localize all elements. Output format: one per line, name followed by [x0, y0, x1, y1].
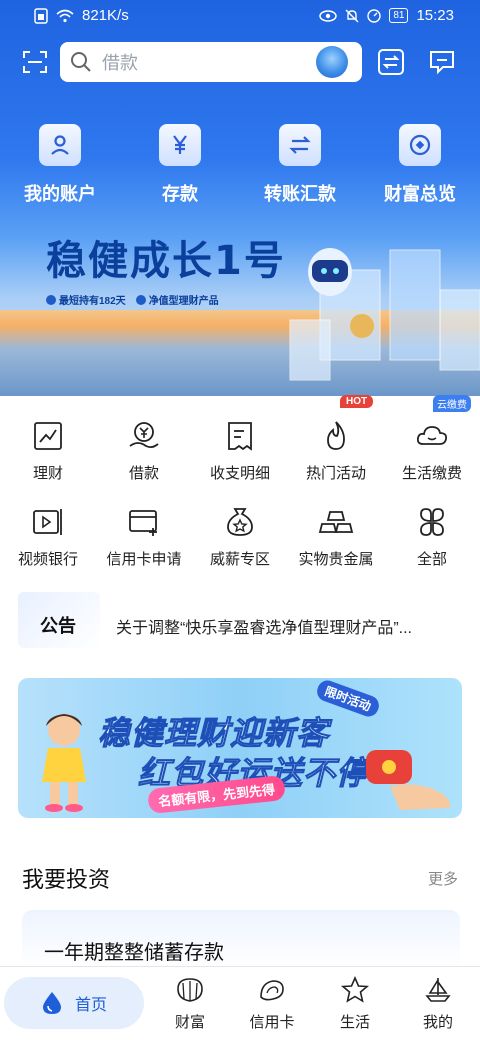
menu-item-loan[interactable]: 借款: [96, 418, 192, 483]
girl-illustration: [42, 714, 86, 812]
sailboat-icon: [425, 978, 451, 1002]
wealth-icon: [399, 124, 441, 166]
menu-item-bill-payment[interactable]: 生活缴费: [384, 418, 480, 483]
announcement-bar[interactable]: 公告 关于调整“快乐享盈睿选净值型理财产品”...: [18, 590, 462, 652]
section-title-invest: 我要投资: [22, 867, 111, 892]
banner-title[interactable]: 稳健成长1号: [46, 228, 286, 286]
product-name: 一年期整整储蓄存款: [44, 942, 224, 964]
water-drop-icon: [42, 992, 61, 1014]
banner-decor-illustration: [289, 248, 480, 381]
quick-wealth-overview[interactable]: 财富总览: [360, 124, 480, 206]
menu-item-salary-zone[interactable]: 威薪专区: [192, 504, 288, 569]
menu-item-precious-metals[interactable]: 实物贵金属: [288, 504, 384, 569]
assistant-avatar-icon[interactable]: [316, 46, 348, 78]
menu-item-wealth[interactable]: 理财: [0, 418, 96, 483]
search-row: 借款: [0, 42, 480, 82]
video-icon: [33, 509, 62, 535]
chart-icon: [34, 422, 62, 450]
menu-label: 视频银行: [17, 551, 78, 568]
menu-label: 生活缴费: [401, 465, 462, 482]
starfish-icon: [340, 976, 370, 1003]
announcement-text: 关于调整“快乐享盈睿选净值型理财产品”...: [116, 620, 412, 637]
nav-label: 信用卡: [249, 1014, 295, 1031]
cloud-pay-badge: 云缴费: [433, 395, 471, 412]
wifi-icon: [56, 9, 74, 22]
nav-wealth[interactable]: 财富: [160, 975, 220, 1032]
nav-mine[interactable]: 我的: [408, 975, 468, 1032]
message-icon[interactable]: [428, 48, 456, 76]
menu-label: 收支明细: [209, 465, 270, 482]
bottom-nav: 首页 财富 信用卡 生活 我的: [0, 966, 480, 1040]
nav-home[interactable]: 首页: [4, 977, 144, 1029]
quick-transfer[interactable]: 转账汇款: [240, 124, 360, 206]
shell-icon: [177, 978, 203, 1002]
clock-icon: [46, 294, 56, 305]
nav-credit-card[interactable]: 信用卡: [242, 975, 302, 1032]
red-envelope-illustration: [366, 750, 451, 810]
promo-banner[interactable]: 限时活动 稳健理财迎新客 红包好运送不停 名额有限，先到先得: [18, 678, 462, 818]
menu-item-hot-activities[interactable]: 热门活动: [288, 418, 384, 483]
more-link[interactable]: 更多: [428, 868, 458, 889]
ledger-icon: [228, 422, 252, 451]
nav-life[interactable]: 生活: [325, 975, 385, 1032]
scan-icon[interactable]: [22, 50, 48, 74]
status-bar: 821K/s 81 15:23: [0, 0, 480, 34]
credit-card-add-icon: [129, 510, 157, 536]
cloud-icon: [416, 426, 448, 445]
menu-grid: HOT 云缴费 理财 借款 收支明细 热门活动 生活缴费 视频银行 信用卡申请 …: [0, 395, 480, 582]
search-placeholder: 借款: [102, 53, 138, 73]
search-icon: [71, 52, 91, 72]
gold-bars-icon: [318, 511, 354, 533]
mute-bell-icon: [345, 9, 359, 22]
money-bag-icon: [227, 508, 253, 536]
quick-deposit[interactable]: 存款: [120, 124, 240, 206]
product-card[interactable]: 一年期整整储蓄存款: [22, 910, 460, 970]
menu-label: 威薪专区: [209, 551, 270, 568]
announcement-label: 公告: [40, 616, 76, 636]
menu-row-2: 视频银行 信用卡申请 威薪专区 实物贵金属 全部: [0, 504, 480, 569]
hero-header: 821K/s 81 15:23 借款 我的账户 存款 转账汇款 财富总览 稳健成…: [0, 0, 480, 396]
person-icon: [39, 124, 81, 166]
exchange-icon[interactable]: [377, 48, 405, 76]
speed-gauge-icon: [367, 8, 382, 23]
clock: 15:23: [416, 7, 454, 24]
nav-label: 财富: [174, 1014, 205, 1031]
nav-label: 首页: [74, 997, 107, 1014]
transfer-icon: [279, 124, 321, 166]
menu-label: 热门活动: [305, 465, 366, 482]
banner-tags: 最短持有182天 净值型理财产品: [46, 292, 219, 307]
search-input[interactable]: 借款: [60, 42, 362, 82]
menu-label: 实物贵金属: [298, 551, 374, 568]
flame-icon: [327, 421, 345, 450]
eye-icon: [319, 9, 338, 22]
hot-badge: HOT: [340, 395, 374, 408]
grid-icon: [420, 508, 444, 536]
menu-label: 信用卡申请: [106, 551, 182, 568]
nav-label: 我的: [422, 1014, 453, 1031]
sim-icon: [34, 7, 48, 24]
menu-row-1: 理财 借款 收支明细 热门活动 生活缴费: [0, 418, 480, 483]
quick-my-account[interactable]: 我的账户: [0, 124, 120, 206]
menu-item-statement[interactable]: 收支明细: [192, 418, 288, 483]
quick-label: 存款: [162, 184, 198, 204]
network-speed: 821K/s: [82, 7, 129, 24]
menu-item-video-bank[interactable]: 视频银行: [0, 504, 96, 569]
quick-actions: 我的账户 存款 转账汇款 财富总览: [0, 124, 480, 206]
menu-label: 全部: [416, 551, 447, 568]
banner-tag: 最短持有182天: [46, 292, 126, 307]
menu-item-credit-card-apply[interactable]: 信用卡申请: [96, 504, 192, 569]
loan-icon: [129, 422, 159, 449]
menu-label: 理财: [32, 465, 63, 482]
conch-icon: [260, 980, 284, 1001]
yuan-icon: [159, 124, 201, 166]
battery-indicator: 81: [389, 8, 409, 23]
quick-label: 我的账户: [24, 184, 96, 204]
menu-item-all[interactable]: 全部: [384, 504, 480, 569]
quick-label: 转账汇款: [264, 184, 336, 204]
banner-tag: 净值型理财产品: [135, 292, 219, 307]
quick-label: 财富总览: [384, 184, 456, 204]
chart-icon: [135, 294, 146, 305]
menu-label: 借款: [128, 465, 159, 482]
nav-label: 生活: [339, 1014, 370, 1031]
